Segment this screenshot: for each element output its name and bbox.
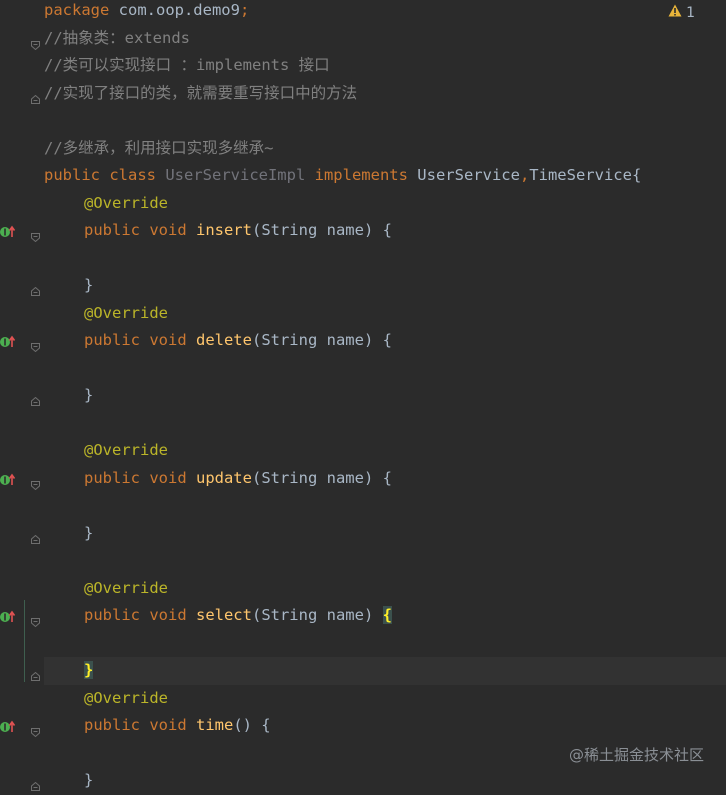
code-line[interactable]: public class UserServiceImpl implements …	[44, 162, 726, 190]
implements-method-icon[interactable]	[0, 719, 16, 733]
implements-method-icon[interactable]	[0, 472, 16, 486]
brace-match-guide	[24, 600, 25, 682]
code-line[interactable]: }	[44, 520, 726, 548]
fold-collapse-icon[interactable]	[31, 612, 40, 628]
code-line[interactable]: public void insert(String name) {	[44, 217, 726, 245]
code-token: //抽象类：extends	[44, 28, 190, 47]
code-token: select	[195, 606, 252, 624]
code-line[interactable]: public void update(String name) {	[44, 465, 726, 493]
code-line[interactable]: //实现了接口的类，就需要重写接口中的方法	[44, 80, 726, 108]
code-token: {	[382, 606, 392, 624]
implements-method-icon[interactable]	[0, 224, 16, 238]
code-token: }	[84, 276, 94, 294]
code-line[interactable]: //抽象类：extends	[44, 25, 726, 53]
code-line[interactable]: }	[44, 272, 726, 300]
fold-collapse-icon[interactable]	[31, 35, 40, 50]
code-token: @Override	[84, 688, 168, 707]
code-line[interactable]	[44, 245, 726, 273]
fold-end-icon[interactable]	[31, 391, 40, 406]
fold-end-icon[interactable]	[31, 776, 40, 791]
code-token: TimeService{	[529, 166, 642, 184]
code-token: ,	[519, 166, 530, 184]
code-token: (String name)	[251, 606, 383, 624]
code-editor[interactable]: package com.oop.demo9; //抽象类：extends //类可以…	[0, 0, 726, 791]
code-token: @Override	[84, 578, 168, 597]
code-line[interactable]: public void select(String name) {	[44, 602, 726, 630]
code-line[interactable]: public void delete(String name) {	[44, 327, 726, 355]
editor-gutter[interactable]	[0, 0, 44, 791]
code-token: (String name) {	[251, 331, 392, 349]
code-line[interactable]: }	[44, 382, 726, 410]
code-token: }	[84, 661, 94, 679]
code-line[interactable]: //多继承，利用接口实现多继承~	[44, 135, 726, 163]
code-line[interactable]	[44, 355, 726, 383]
code-token: }	[84, 771, 94, 789]
code-token: delete	[195, 331, 252, 349]
code-token: update	[195, 468, 252, 487]
code-line[interactable]: }	[44, 657, 726, 685]
fold-collapse-icon[interactable]	[31, 227, 40, 243]
code-token: implements	[314, 166, 418, 184]
fold-collapse-icon[interactable]	[31, 337, 40, 353]
warning-triangle-icon	[668, 3, 682, 23]
code-line[interactable]: @Override	[44, 300, 726, 328]
code-token: UserServiceImpl	[165, 166, 315, 184]
code-token: //多继承，利用接口实现多继承~	[44, 138, 274, 157]
watermark: @稀土掘金技术社区	[568, 746, 704, 764]
code-line[interactable]	[44, 547, 726, 575]
code-line[interactable]: @Override	[44, 437, 726, 465]
code-line[interactable]	[44, 630, 726, 658]
code-token: public void	[84, 221, 196, 239]
implements-method-icon[interactable]	[0, 334, 16, 348]
code-line[interactable]: //类可以实现接口 ：implements 接口	[44, 52, 726, 80]
code-token: insert	[195, 221, 252, 239]
code-line[interactable]: public void time() {	[44, 712, 726, 740]
code-token: //实现了接口的类，就需要重写接口中的方法	[44, 83, 358, 102]
code-token: () {	[233, 716, 271, 734]
implements-method-icon[interactable]	[0, 609, 16, 623]
code-token: public void	[84, 606, 196, 624]
code-token: ;	[239, 1, 250, 19]
code-token: @Override	[84, 441, 168, 459]
code-token: //类可以实现接口 ：implements 接口	[44, 56, 330, 74]
code-token: }	[84, 523, 94, 542]
code-line[interactable]	[44, 410, 726, 438]
fold-end-icon[interactable]	[31, 89, 40, 104]
warning-count: 1	[686, 5, 695, 21]
code-line[interactable]: }	[44, 767, 726, 795]
code-token: public void	[84, 468, 196, 487]
code-line[interactable]: @Override	[44, 190, 726, 218]
fold-end-icon[interactable]	[31, 529, 40, 544]
code-token: @Override	[84, 193, 168, 212]
code-line[interactable]: @Override	[44, 575, 726, 603]
fold-collapse-icon[interactable]	[31, 722, 40, 738]
code-token: (String name) {	[251, 468, 392, 487]
code-token: public class	[44, 166, 166, 184]
inspection-warning-indicator[interactable]: 1	[668, 3, 695, 23]
code-token: com.oop.demo9	[118, 1, 240, 19]
code-token: time	[195, 716, 234, 734]
code-token: (String name) {	[251, 221, 392, 239]
code-token: public void	[84, 331, 196, 349]
fold-end-icon[interactable]	[31, 281, 40, 296]
code-line[interactable]	[44, 492, 726, 520]
code-token: }	[84, 386, 94, 404]
code-token: public void	[84, 716, 196, 734]
code-token: package	[44, 1, 119, 19]
code-line[interactable]	[44, 107, 726, 135]
fold-collapse-icon[interactable]	[31, 475, 40, 490]
code-token: @Override	[84, 303, 168, 322]
fold-end-icon[interactable]	[31, 666, 40, 681]
code-line[interactable]: @Override	[44, 685, 726, 713]
code-line[interactable]: package com.oop.demo9;	[44, 0, 726, 25]
code-token: UserService	[417, 166, 520, 184]
